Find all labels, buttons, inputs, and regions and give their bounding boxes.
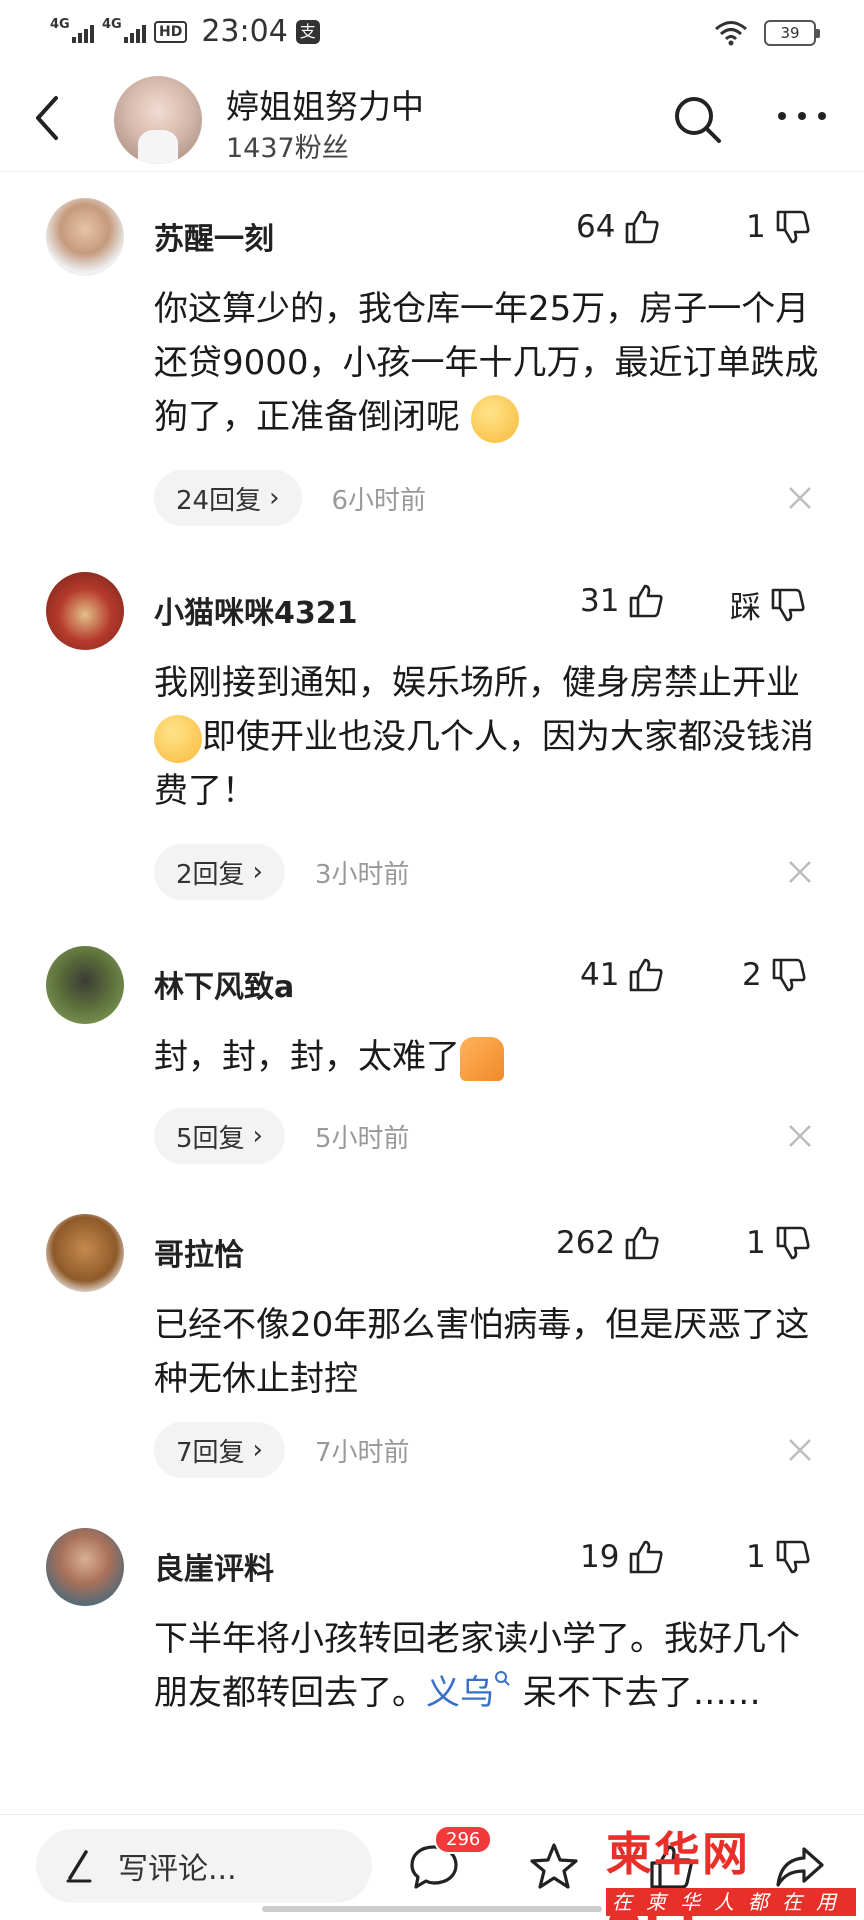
thumb-up-icon <box>630 958 663 992</box>
thumb-down-icon <box>772 958 806 992</box>
location-link[interactable]: 义乌 <box>426 1673 494 1713</box>
replies-button[interactable]: 7回复 › <box>154 1422 285 1478</box>
comment-time: 5小时前 <box>314 1123 410 1154</box>
comment-item: 小猫咪咪4321 31 踩 我刚接到通知，娱乐场所，健身房禁止开业即使开业也没几… <box>0 572 864 912</box>
wifi-icon <box>715 21 747 46</box>
comment-item: 林下风致a 41 2 封，封，封，太难了 5回复 › 5小时前 <box>0 946 864 1176</box>
home-indicator <box>262 1906 602 1912</box>
avatar[interactable] <box>46 198 124 276</box>
status-bar: 4G 4G HD 23:04 支 39 <box>0 0 864 66</box>
battery-icon: 39 <box>764 20 820 46</box>
like-count: 262 <box>556 1225 616 1261</box>
commenter-name[interactable]: 林下风致a <box>154 962 294 1006</box>
write-comment-input[interactable]: 写评论... <box>36 1829 372 1903</box>
like-button[interactable]: 64 <box>576 208 661 246</box>
close-icon[interactable] <box>786 1122 814 1150</box>
close-icon[interactable] <box>786 1436 814 1464</box>
comment-time: 7小时前 <box>314 1437 410 1468</box>
chevron-right-icon: › <box>252 857 263 887</box>
kiss-emoji-icon <box>470 394 519 443</box>
dislike-button[interactable]: 踩 <box>730 582 807 627</box>
like-count: 64 <box>576 209 616 245</box>
replies-button[interactable]: 5回复 › <box>154 1108 285 1164</box>
comment-text: 封，封，封，太难了 <box>154 1030 824 1084</box>
like-button[interactable]: 19 <box>580 1538 665 1576</box>
watermark-logo: 柬华网APP 在柬华人都在用 <box>606 1818 856 1920</box>
like-button[interactable]: 41 <box>580 956 665 994</box>
like-count: 19 <box>580 1539 620 1575</box>
comment-text: 下半年将小孩转回老家读小学了。我好几个朋友都转回去了。义乌 呆不下去了…… <box>154 1619 800 1713</box>
commenter-name[interactable]: 小猫咪咪4321 <box>154 588 358 632</box>
dislike-count: 1 <box>746 209 766 245</box>
comment-time: 6小时前 <box>331 485 427 516</box>
thumb-down-icon <box>776 1226 810 1260</box>
avatar[interactable] <box>46 572 124 650</box>
thumb-down-icon <box>771 588 805 621</box>
commenter-name[interactable]: 苏醒一刻 <box>154 214 274 258</box>
comment-item: 哥拉恰 262 1 已经不像20年那么害怕病毒，但是厌恶了这种无休止封控 7回复… <box>0 1214 864 1494</box>
avatar[interactable] <box>46 946 124 1024</box>
more-icon[interactable] <box>778 112 826 126</box>
replies-button[interactable]: 2回复 › <box>154 844 285 900</box>
chevron-right-icon: › <box>269 483 280 513</box>
signal-icon-2: 4G <box>102 17 146 43</box>
pay-icon: 支 <box>295 19 320 44</box>
thumb-up-icon <box>626 210 659 244</box>
like-button[interactable]: 262 <box>556 1224 661 1262</box>
signal-icon: 4G <box>50 17 94 43</box>
close-icon[interactable] <box>786 858 814 886</box>
close-icon[interactable] <box>786 484 814 512</box>
status-time: 23:04 <box>201 14 288 49</box>
commenter-name[interactable]: 哥拉恰 <box>154 1230 244 1274</box>
comment-text: 我刚接到通知，娱乐场所，健身房禁止开业即使开业也没几个人，因为大家都没钱消费了！ <box>154 663 814 811</box>
like-count: 41 <box>580 957 620 993</box>
avatar[interactable] <box>114 76 202 164</box>
pen-icon <box>66 1850 92 1883</box>
comment-item: 良崖评料 19 1 下半年将小孩转回老家读小学了。我好几个朋友都转回去了。义乌 … <box>0 1528 864 1814</box>
thumb-down-icon <box>776 1540 810 1574</box>
dislike-button[interactable]: 1 <box>746 1538 812 1576</box>
commenter-name[interactable]: 良崖评料 <box>154 1544 274 1588</box>
comment-time: 3小时前 <box>314 859 410 890</box>
pray-emoji-icon <box>460 1036 504 1081</box>
thumb-up-icon <box>630 1540 663 1574</box>
replies-button[interactable]: 24回复 › <box>154 470 302 526</box>
dislike-button[interactable]: 1 <box>746 1224 812 1262</box>
thumb-up-icon <box>630 584 663 618</box>
thumb-down-icon <box>776 210 810 244</box>
search-small-icon <box>495 1670 510 1686</box>
chevron-right-icon: › <box>252 1435 263 1465</box>
comment-item: 苏醒一刻 64 1 你这算少的，我仓库一年25万，房子一个月还贷9000，小孩一… <box>0 198 864 538</box>
profile-name[interactable]: 婷姐姐努力中 <box>226 80 424 128</box>
comment-count-badge: 296 <box>434 1825 493 1854</box>
dislike-button[interactable]: 1 <box>746 208 812 246</box>
dislike-button[interactable]: 2 <box>742 956 808 994</box>
like-count: 31 <box>580 583 620 619</box>
avatar[interactable] <box>46 1528 124 1606</box>
back-icon[interactable] <box>26 90 70 146</box>
comment-text: 已经不像20年那么害怕病毒，但是厌恶了这种无休止封控 <box>154 1305 810 1399</box>
chevron-right-icon: › <box>252 1121 263 1151</box>
dislike-count: 1 <box>746 1225 766 1261</box>
comment-text: 你这算少的，我仓库一年25万，房子一个月还贷9000，小孩一年十几万，最近订单跌… <box>154 282 824 444</box>
fans-count: 1437粉丝 <box>226 133 349 164</box>
hd-badge: HD <box>154 20 188 43</box>
like-button[interactable]: 31 <box>580 582 665 620</box>
search-icon[interactable] <box>670 92 724 146</box>
thumb-up-icon <box>625 1226 659 1260</box>
crying-emoji-icon <box>154 714 202 763</box>
dislike-count: 1 <box>746 1539 766 1575</box>
dislike-label: 踩 <box>730 590 761 626</box>
avatar[interactable] <box>46 1214 124 1292</box>
dislike-count: 2 <box>742 957 762 993</box>
star-icon[interactable] <box>526 1839 582 1895</box>
profile-header: 婷姐姐努力中 1437粉丝 <box>0 66 864 172</box>
